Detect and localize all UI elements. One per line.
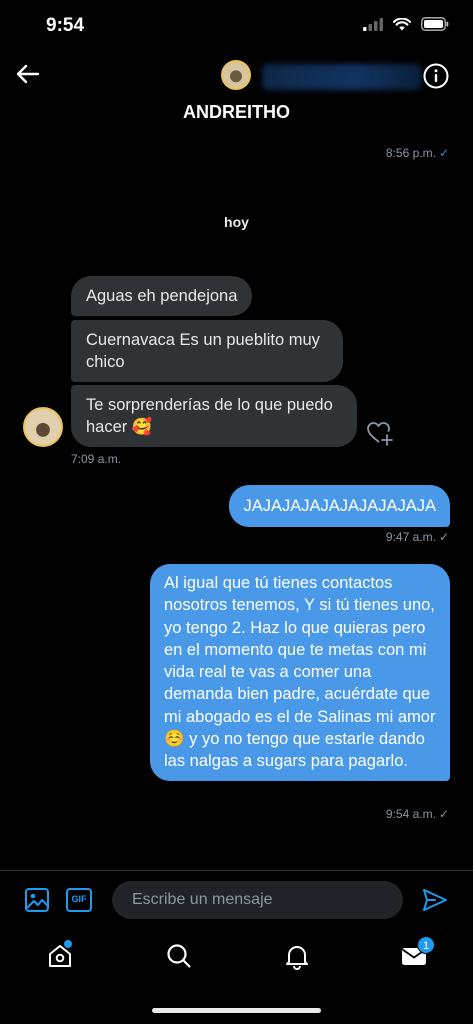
bell-icon [286, 946, 308, 970]
battery-icon [421, 17, 449, 31]
gif-button[interactable]: GIF [66, 888, 92, 912]
info-icon[interactable] [423, 63, 449, 89]
outgoing-time-text: 9:54 a.m. [385, 807, 436, 821]
tab-home[interactable] [46, 940, 74, 970]
image-icon[interactable] [24, 887, 50, 913]
status-bar: 9:54 [0, 0, 473, 48]
outgoing-time: 9:47 a.m. ✓ [386, 530, 449, 544]
back-arrow-icon[interactable] [14, 60, 42, 88]
search-icon [167, 944, 191, 968]
message-input[interactable] [112, 881, 403, 919]
tab-search[interactable] [165, 942, 193, 970]
conversation-header: ANDREITHO [0, 48, 473, 130]
add-reaction-icon[interactable] [366, 420, 394, 446]
send-icon[interactable] [422, 888, 448, 912]
contact-name[interactable]: ANDREITHO [0, 102, 473, 123]
incoming-message[interactable]: Cuernavaca Es un pueblito muy chico [71, 320, 343, 382]
incoming-message[interactable]: Te sorprenderías de lo que puedo hacer 🥰 [71, 385, 357, 447]
signal-icon [363, 17, 383, 31]
previous-message-time: 8:56 p.m. ✓ [386, 146, 449, 160]
sent-check-icon: ✓ [438, 807, 449, 821]
home-indicator [152, 1008, 321, 1013]
status-icons [363, 17, 449, 31]
home-dot-badge [64, 940, 72, 948]
message-composer: GIF [0, 871, 473, 929]
sender-avatar[interactable] [23, 407, 63, 447]
tab-messages[interactable]: 1 [400, 936, 435, 970]
status-time: 9:54 [46, 15, 85, 36]
contact-avatar[interactable] [221, 60, 251, 90]
outgoing-time: 9:54 a.m. ✓ [386, 807, 449, 821]
incoming-message[interactable]: Aguas eh pendejona [71, 276, 253, 316]
read-check-icon: ✓ [438, 146, 449, 160]
outgoing-message[interactable]: Al igual que tú tienes contactos nosotro… [150, 564, 450, 781]
previous-time-text: 8:56 p.m. [385, 146, 436, 160]
incoming-time: 7:09 a.m. [71, 452, 122, 466]
messages-count-badge: 1 [417, 936, 435, 954]
blurred-header-area [262, 64, 422, 90]
bottom-tab-bar: 1 [0, 930, 473, 990]
outgoing-message[interactable]: JAJAJAJAJAJAJAJAJAJA [229, 485, 450, 527]
tab-notifications[interactable] [283, 942, 311, 970]
outgoing-time-text: 9:47 a.m. [385, 530, 436, 544]
sent-check-icon: ✓ [438, 530, 449, 544]
wifi-icon [393, 17, 411, 30]
day-separator: hoy [224, 214, 249, 230]
